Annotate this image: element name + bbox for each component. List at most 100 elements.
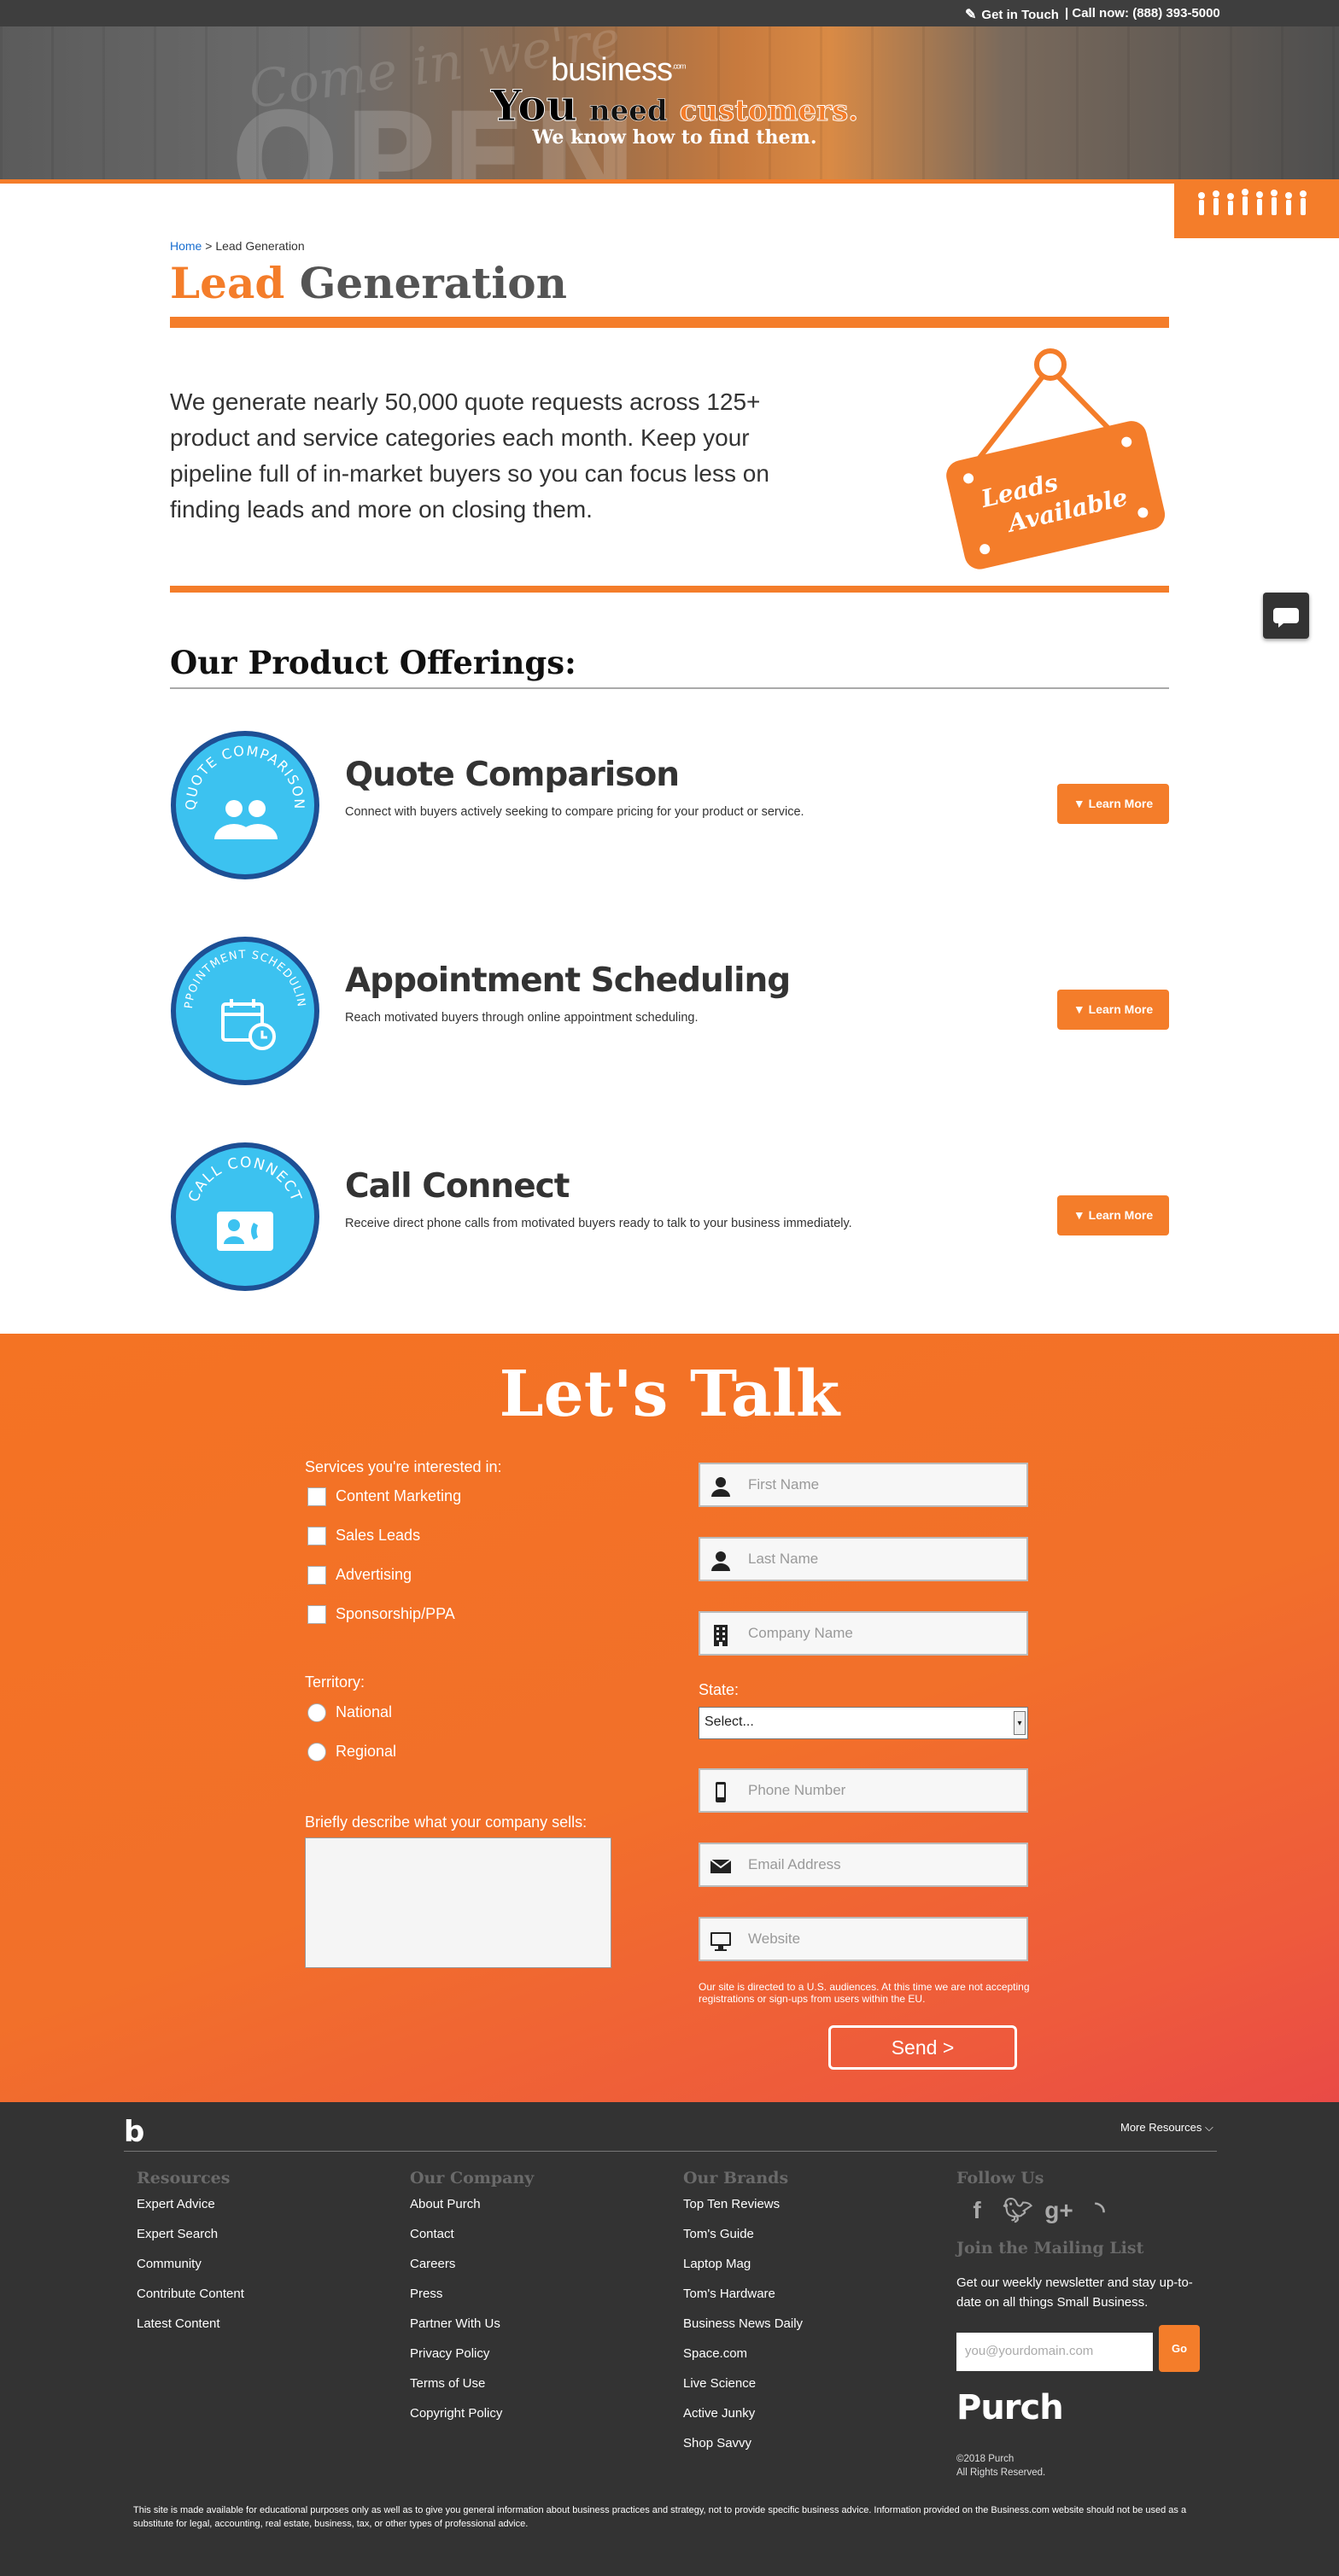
intro-paragraph: We generate nearly 50,000 quote requests… — [170, 388, 769, 523]
chat-button[interactable] — [1263, 593, 1309, 639]
footer-link[interactable]: Business News Daily — [683, 2316, 803, 2345]
offering-description: Connect with buyers actively seeking to … — [345, 805, 804, 819]
footer-link[interactable]: Contact — [410, 2226, 534, 2256]
footer-link[interactable]: Latest Content — [137, 2316, 244, 2345]
hero-subline: We know how to find them. — [532, 126, 817, 149]
footer-link[interactable]: Tom's Hardware — [683, 2286, 803, 2316]
monitor-icon — [710, 1932, 731, 1951]
google-plus-icon[interactable]: g+ — [1038, 2197, 1079, 2224]
checkbox[interactable] — [307, 1487, 326, 1506]
dropdown-arrow-icon: ▾ — [1014, 1711, 1026, 1735]
quote-comparison-badge-icon: QUOTE COMPARISON — [171, 731, 319, 879]
hero-banner: Come in we're OPEN business.com You need… — [0, 26, 1339, 184]
footer-link[interactable]: Expert Search — [137, 2226, 244, 2256]
state-select[interactable]: Select... ▾ — [699, 1707, 1028, 1739]
offerings-divider — [170, 687, 1169, 689]
email-field[interactable]: Email Address — [699, 1843, 1028, 1887]
twitter-icon[interactable]: 🐦︎ — [997, 2196, 1038, 2224]
offering-title: Appointment Scheduling — [345, 961, 791, 1000]
people-icon-tab[interactable] — [1174, 184, 1339, 238]
footer-link[interactable]: Terms of Use — [410, 2375, 534, 2405]
more-resources-link[interactable]: More Resources ⌵ — [1120, 2121, 1213, 2135]
call-now-link[interactable]: | Call now: (888) 393-5000 — [1065, 6, 1220, 20]
rss-icon[interactable]: ◝ — [1079, 2196, 1120, 2224]
breadcrumb-home-link[interactable]: Home — [170, 239, 202, 253]
company-name-field[interactable]: Company Name — [699, 1611, 1028, 1656]
footer: b More Resources ⌵ Resources Expert Advi… — [0, 2102, 1339, 2576]
footer-link[interactable]: Contribute Content — [137, 2286, 244, 2316]
footer-link[interactable]: Press — [410, 2286, 534, 2316]
footer-link[interactable]: Tom's Guide — [683, 2226, 803, 2256]
phone-number-field[interactable]: Phone Number — [699, 1768, 1028, 1813]
services-label: Services you're interested in: — [305, 1458, 502, 1475]
footer-resources-column: Resources Expert Advice Expert Search Co… — [137, 2169, 244, 2345]
footer-logo[interactable]: b — [124, 2115, 144, 2149]
copyright: ©2018 Purch All Rights Reserved. — [956, 2454, 1046, 2478]
breadcrumb-current: Lead Generation — [215, 239, 305, 253]
breadcrumb: Home > Lead Generation — [170, 239, 305, 253]
footer-link[interactable]: Space.com — [683, 2345, 803, 2375]
hero-divider — [0, 179, 1339, 184]
eu-disclaimer: Our site is directed to a U.S. audiences… — [699, 1981, 1030, 2005]
footer-link[interactable]: About Purch — [410, 2196, 534, 2226]
top-bar: ✎ Get in Touch | Call now: (888) 393-5000 — [0, 0, 1339, 26]
footer-link[interactable]: Live Science — [683, 2375, 803, 2405]
first-name-field[interactable]: First Name — [699, 1463, 1028, 1507]
footer-link[interactable]: Privacy Policy — [410, 2345, 534, 2375]
footer-link[interactable]: Partner With Us — [410, 2316, 534, 2345]
phone-icon — [716, 1782, 726, 1802]
last-name-field[interactable]: Last Name — [699, 1537, 1028, 1581]
legal-disclaimer: This site is made available for educatio… — [133, 2505, 1187, 2529]
checkbox[interactable] — [307, 1566, 326, 1585]
get-in-touch-link[interactable]: ✎ Get in Touch — [965, 6, 1059, 23]
footer-link[interactable]: Top Ten Reviews — [683, 2196, 803, 2226]
footer-link[interactable]: Active Junky — [683, 2405, 803, 2435]
footer-link[interactable]: Careers — [410, 2256, 534, 2286]
social-links: f 🐦︎ g+ ◝ — [956, 2196, 1120, 2230]
offering-appointment-scheduling: APPOINTMENT SCHEDULING Appointment Sched… — [170, 936, 1169, 1089]
offering-quote-comparison: QUOTE COMPARISON Quote Comparison Connec… — [170, 730, 1169, 884]
footer-link[interactable]: Shop Savvy — [683, 2435, 803, 2465]
learn-more-button[interactable]: ▼ Learn More — [1057, 1195, 1169, 1235]
chat-bubble-icon — [1273, 608, 1299, 628]
footer-link[interactable]: Community — [137, 2256, 244, 2286]
footer-link[interactable]: Copyright Policy — [410, 2405, 534, 2435]
newsletter-email-input[interactable]: you@yourdomain.com — [956, 2333, 1153, 2371]
purch-logo[interactable]: Purch — [956, 2388, 1064, 2427]
send-button[interactable]: Send > — [828, 2025, 1017, 2070]
footer-link[interactable]: Expert Advice — [137, 2196, 244, 2226]
offering-description: Reach motivated buyers through online ap… — [345, 1011, 699, 1025]
mailing-list-text: Get our weekly newsletter and stay up-to… — [956, 2275, 1193, 2310]
person-icon — [711, 1477, 730, 1497]
checkbox[interactable] — [307, 1527, 326, 1545]
envelope-icon — [710, 1859, 732, 1873]
footer-heading: Resources — [137, 2169, 231, 2188]
appointment-scheduling-badge-icon: APPOINTMENT SCHEDULING — [170, 936, 319, 1085]
footer-follow-column: Follow Us — [956, 2169, 1044, 2196]
get-in-touch-label: Get in Touch — [981, 8, 1059, 22]
facebook-icon[interactable]: f — [956, 2197, 997, 2224]
website-field[interactable]: Website — [699, 1917, 1028, 1961]
radio[interactable] — [307, 1703, 326, 1722]
leads-available-sign-icon: Leads Available — [946, 348, 1166, 570]
person-icon — [711, 1551, 730, 1571]
footer-heading: Our Brands — [683, 2169, 789, 2188]
describe-textarea[interactable] — [305, 1837, 611, 1968]
checkbox[interactable] — [307, 1605, 326, 1624]
footer-link[interactable]: Laptop Mag — [683, 2256, 803, 2286]
offerings-heading: Our Product Offerings: — [170, 644, 576, 681]
learn-more-button[interactable]: ▼ Learn More — [1057, 784, 1169, 824]
learn-more-button[interactable]: ▼ Learn More — [1057, 990, 1169, 1030]
people-icon — [1197, 189, 1307, 215]
territory-label: Territory: — [305, 1674, 365, 1691]
radio[interactable] — [307, 1743, 326, 1761]
offering-title: Quote Comparison — [345, 756, 680, 794]
title-divider — [170, 317, 1169, 328]
offering-call-connect: CALL CONNECT Call Connect Receive direct… — [170, 1142, 1169, 1295]
footer-company-column: Our Company About Purch Contact Careers … — [410, 2169, 534, 2435]
building-icon — [714, 1625, 728, 1646]
footer-heading: Follow Us — [956, 2169, 1044, 2188]
page-title: Lead Generation — [170, 258, 567, 308]
lets-talk-heading: Let's Talk — [499, 1358, 840, 1431]
newsletter-go-button[interactable]: Go — [1159, 2325, 1200, 2372]
